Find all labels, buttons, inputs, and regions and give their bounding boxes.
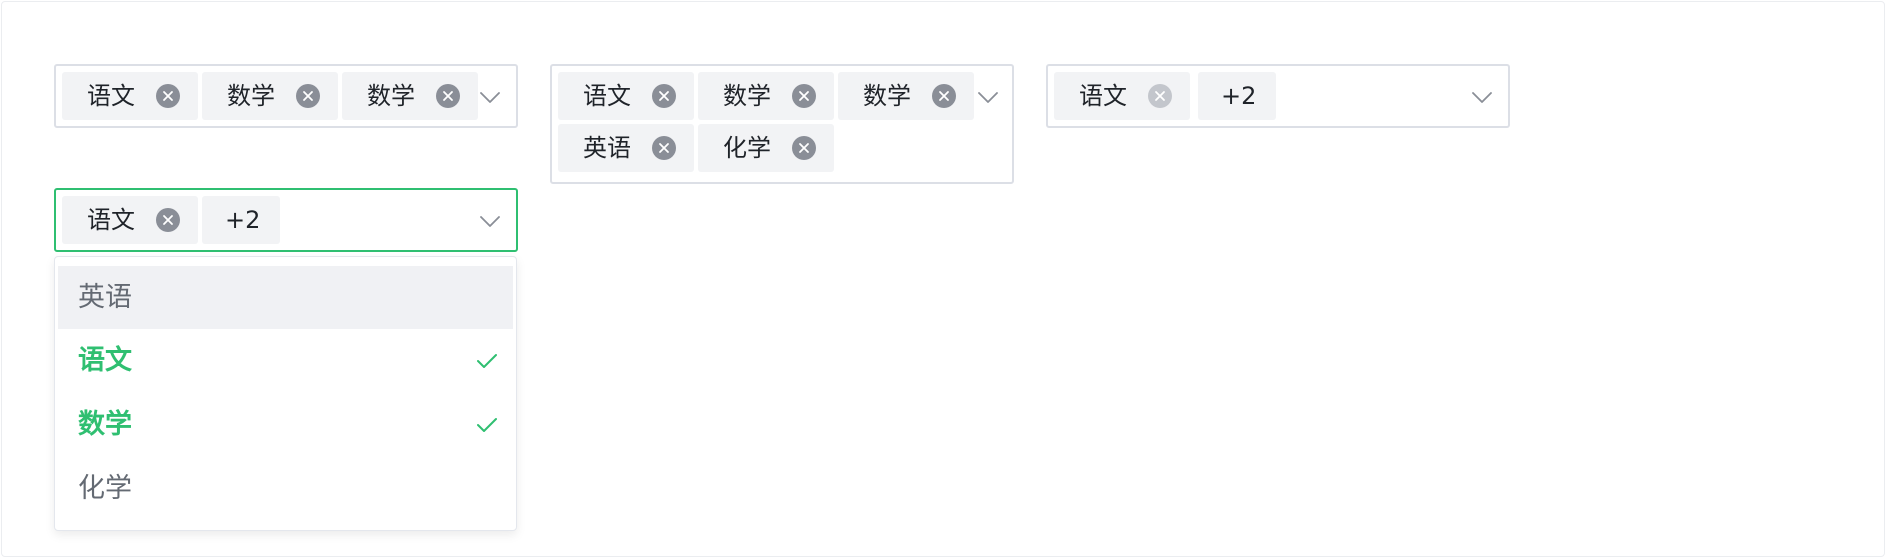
tag-label: 语文 <box>87 206 135 234</box>
tag-label: 数学 <box>863 82 911 110</box>
dropdown-option[interactable]: 语文 <box>58 329 513 392</box>
close-circle-icon[interactable] <box>1148 84 1172 108</box>
close-circle-icon[interactable] <box>792 136 816 160</box>
chevron-down-icon[interactable] <box>480 216 500 228</box>
tag-label: 数学 <box>227 82 275 110</box>
option-label: 数学 <box>78 409 132 440</box>
tag-item: 语文 <box>558 72 694 120</box>
tag-item: 语文 <box>62 72 198 120</box>
dropdown-option[interactable]: 化学 <box>58 457 513 520</box>
chevron-down-icon[interactable] <box>1472 92 1492 104</box>
check-icon <box>477 417 497 433</box>
tag-item: 语文 <box>1054 72 1190 120</box>
dropdown-menu: 英语 语文 数学 化学 <box>54 256 517 531</box>
close-circle-icon[interactable] <box>652 136 676 160</box>
tag-label: 数学 <box>367 82 415 110</box>
tag-item: 化学 <box>698 124 834 172</box>
more-count-tag: +2 <box>1198 72 1276 120</box>
multi-select-2[interactable]: 语文 数学 数学 英语 化学 <box>550 64 1014 184</box>
close-circle-icon[interactable] <box>156 208 180 232</box>
more-count-label: +2 <box>1221 82 1257 110</box>
tag-label: 英语 <box>583 134 631 162</box>
tag-item: 语文 <box>62 196 198 244</box>
tag-item: 英语 <box>558 124 694 172</box>
close-circle-icon[interactable] <box>652 84 676 108</box>
close-circle-icon[interactable] <box>792 84 816 108</box>
multi-select-4[interactable]: 语文 +2 <box>54 188 518 252</box>
tag-item: 数学 <box>698 72 834 120</box>
option-label: 英语 <box>78 282 132 313</box>
tag-label: 语文 <box>1079 82 1127 110</box>
close-circle-icon[interactable] <box>156 84 180 108</box>
multi-select-3[interactable]: 语文 +2 <box>1046 64 1510 128</box>
dropdown-option[interactable]: 数学 <box>58 393 513 456</box>
close-circle-icon[interactable] <box>932 84 956 108</box>
dropdown-option[interactable]: 英语 <box>58 266 513 329</box>
more-count-label: +2 <box>225 206 261 234</box>
tag-label: 语文 <box>583 82 631 110</box>
tag-label: 数学 <box>723 82 771 110</box>
tag-item: 数学 <box>838 72 974 120</box>
tag-label: 语文 <box>87 82 135 110</box>
chevron-down-icon[interactable] <box>480 92 500 104</box>
multi-select-1[interactable]: 语文 数学 数学 <box>54 64 518 128</box>
more-count-tag: +2 <box>202 196 280 244</box>
chevron-down-icon[interactable] <box>978 92 998 104</box>
close-circle-icon[interactable] <box>296 84 320 108</box>
tag-item: 数学 <box>342 72 478 120</box>
check-icon <box>477 353 497 369</box>
option-label: 语文 <box>78 345 132 376</box>
close-circle-icon[interactable] <box>436 84 460 108</box>
tag-label: 化学 <box>723 134 771 162</box>
option-label: 化学 <box>78 473 132 504</box>
tag-item: 数学 <box>202 72 338 120</box>
